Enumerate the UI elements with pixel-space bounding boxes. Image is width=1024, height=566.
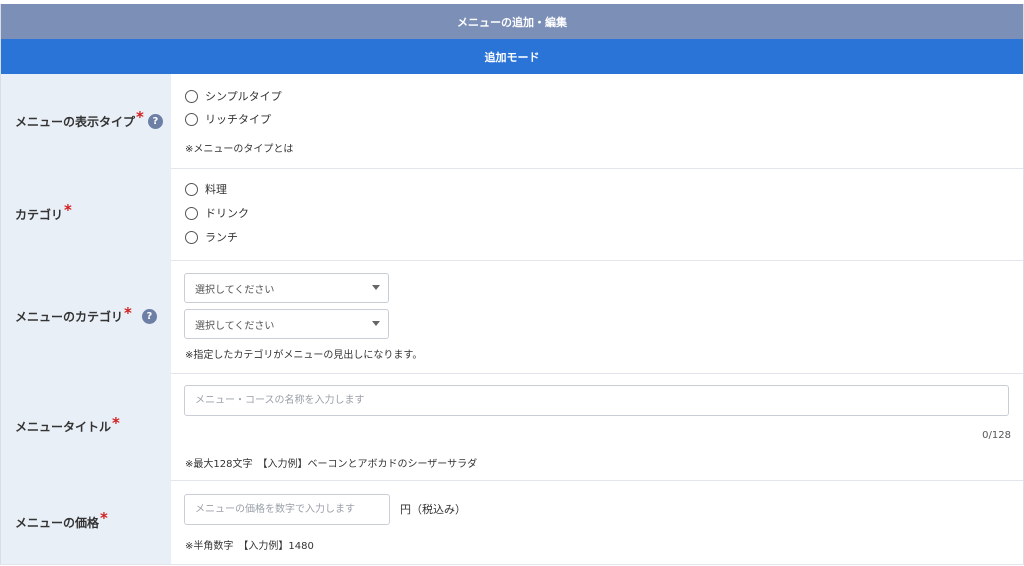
row-menu-category: メニューのカテゴリ * ? 選択してください 選択してください ※指定したカテゴ…	[0, 260, 1024, 374]
price-note: ※半角数字 【入力例】1480	[185, 541, 314, 552]
price-unit: 円（税込み）	[400, 503, 466, 516]
menu-title-input[interactable]	[184, 385, 1009, 416]
radio-rich-type[interactable]: リッチタイプ	[185, 111, 271, 127]
category-select-2-value: 選択してください	[195, 320, 275, 332]
category-select-2[interactable]: 選択してください	[184, 309, 389, 339]
form-header-title: メニューの追加・編集	[457, 15, 567, 29]
mode-bar: 追加モード	[0, 39, 1024, 74]
content-cell-price: 円（税込み） ※半角数字 【入力例】1480	[171, 480, 1023, 564]
title-label: メニュータイトル	[15, 420, 112, 434]
radio-circle[interactable]	[185, 112, 198, 126]
label-cell-price: メニューの価格 *	[1, 480, 171, 564]
row-display-type: メニューの表示タイプ * ? シンプルタイプ リッチタイプ ※メニューのタイプと…	[0, 74, 1024, 169]
form-header: メニューの追加・編集	[0, 4, 1024, 39]
menu-price-input[interactable]	[184, 494, 390, 525]
required-mark: *	[124, 303, 132, 322]
radio-circle[interactable]	[185, 89, 198, 103]
content-cell-display-type: シンプルタイプ リッチタイプ ※メニューのタイプとは	[171, 74, 1023, 168]
question-circle-icon[interactable]: ?	[147, 113, 163, 129]
radio-cuisine[interactable]: 料理	[185, 181, 227, 197]
content-cell-menu-category: 選択してください 選択してください ※指定したカテゴリがメニューの見出しになりま…	[171, 260, 1023, 373]
title-note: ※最大128文字 【入力例】ベーコンとアボカドのシーザーサラダ	[185, 459, 478, 470]
row-title: メニュータイトル * 0/128 ※最大128文字 【入力例】ベーコンとアボカド…	[0, 373, 1024, 481]
radio-circle[interactable]	[185, 230, 198, 244]
menu-category-note: ※指定したカテゴリがメニューの見出しになります。	[185, 350, 423, 361]
category-select-1[interactable]: 選択してください	[184, 273, 389, 303]
radio-drink[interactable]: ドリンク	[185, 205, 249, 221]
menu-category-label: メニューのカテゴリ	[15, 310, 124, 324]
radio-drink-label: ドリンク	[205, 207, 249, 220]
label-cell-category: カテゴリ *	[1, 168, 171, 260]
label-cell-menu-category: メニューのカテゴリ * ?	[1, 260, 171, 373]
row-category: カテゴリ * 料理 ドリンク ランチ	[0, 168, 1024, 261]
menu-edit-form: メニューの追加・編集 追加モード メニューの表示タイプ * ? シンプルタイプ …	[0, 0, 1024, 566]
row-price: メニューの価格 * 円（税込み） ※半角数字 【入力例】1480	[0, 480, 1024, 565]
radio-circle[interactable]	[185, 182, 198, 196]
display-type-label: メニューの表示タイプ	[15, 114, 136, 129]
category-label: カテゴリ	[15, 207, 64, 222]
label-cell-display-type: メニューの表示タイプ * ?	[1, 74, 171, 168]
radio-circle[interactable]	[185, 206, 198, 220]
price-label: メニューの価格	[15, 515, 100, 530]
question-circle-icon[interactable]: ?	[141, 309, 157, 324]
radio-rich-type-label: リッチタイプ	[205, 113, 271, 126]
required-mark: *	[64, 201, 72, 219]
required-mark: *	[100, 509, 108, 527]
menu-type-link[interactable]: ※メニューのタイプとは	[185, 140, 293, 155]
radio-simple-type[interactable]: シンプルタイプ	[185, 88, 282, 104]
content-cell-title: 0/128 ※最大128文字 【入力例】ベーコンとアボカドのシーザーサラダ	[171, 373, 1023, 480]
radio-lunch-label: ランチ	[205, 231, 238, 244]
title-char-counter: 0/128	[982, 430, 1011, 441]
caret-down-icon	[372, 285, 380, 290]
mode-label: 追加モード	[484, 50, 540, 64]
radio-cuisine-label: 料理	[205, 183, 227, 196]
content-cell-category: 料理 ドリンク ランチ	[171, 168, 1023, 260]
caret-down-icon	[372, 321, 380, 326]
category-select-1-value: 選択してください	[195, 284, 275, 296]
radio-simple-type-label: シンプルタイプ	[205, 90, 282, 103]
label-cell-title: メニュータイトル *	[1, 373, 171, 480]
radio-lunch[interactable]: ランチ	[185, 229, 238, 245]
required-mark: *	[112, 413, 120, 432]
required-mark: *	[136, 108, 144, 126]
